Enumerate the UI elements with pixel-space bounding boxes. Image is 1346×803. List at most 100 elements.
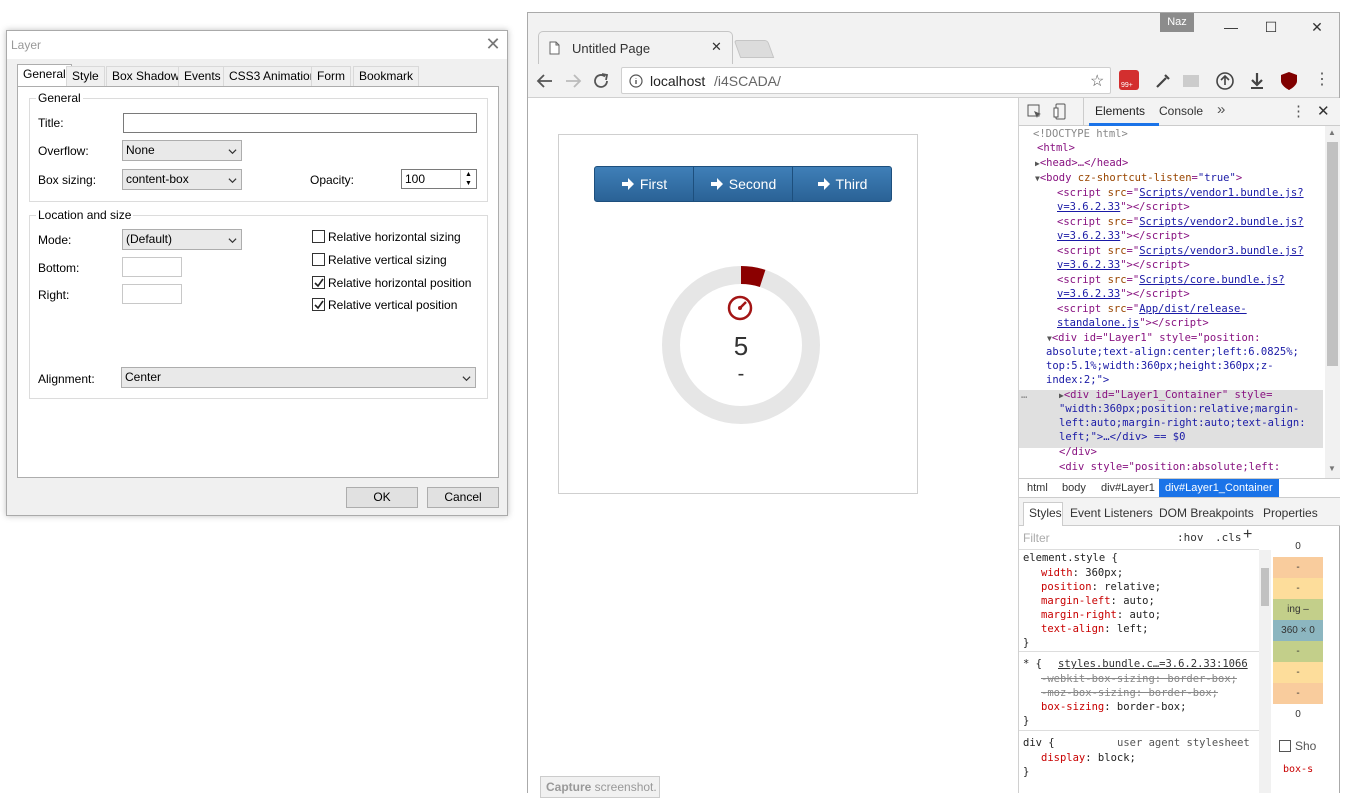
dom-head-row[interactable]: ▶<head>…</head> bbox=[1035, 156, 1128, 172]
tab-event-listeners[interactable]: Event Listeners bbox=[1070, 506, 1153, 520]
dialog-titlebar[interactable]: Layer ✕ bbox=[7, 31, 507, 59]
script-src-ver[interactable]: v=3.6.2.33 bbox=[1057, 288, 1120, 300]
script-src-ver[interactable]: v=3.6.2.33 bbox=[1057, 230, 1120, 242]
breadcrumb-layer1-container[interactable]: div#Layer1_Container bbox=[1159, 479, 1279, 497]
checkbox-box[interactable] bbox=[312, 230, 325, 243]
menu-icon[interactable]: ⋮ bbox=[1314, 69, 1330, 89]
style-prop[interactable]: margin-right: auto; bbox=[1041, 608, 1161, 622]
show-all-checkbox[interactable] bbox=[1279, 740, 1291, 752]
struck-prop[interactable]: -webkit-box-sizing: border-box; bbox=[1041, 672, 1237, 686]
tab-form[interactable]: Form bbox=[311, 66, 351, 86]
styles-scroll-thumb[interactable] bbox=[1261, 568, 1269, 606]
ublock-icon[interactable] bbox=[1278, 70, 1300, 92]
tab-style[interactable]: Style bbox=[66, 66, 105, 86]
script-src[interactable]: Scripts/core.bundle.js? bbox=[1139, 274, 1284, 286]
script-src[interactable]: Scripts/vendor3.bundle.js? bbox=[1139, 245, 1303, 257]
forward-icon[interactable] bbox=[562, 70, 584, 92]
extension-icon[interactable]: 99+ bbox=[1119, 70, 1139, 90]
dom-body-row[interactable]: ▼<body cz-shortcut-listen="true"> bbox=[1035, 171, 1242, 187]
mode-select[interactable]: (Default) bbox=[122, 229, 242, 250]
script-src-ver[interactable]: v=3.6.2.33 bbox=[1057, 259, 1120, 271]
breadcrumb-layer1[interactable]: div#Layer1 bbox=[1101, 482, 1155, 494]
script-src-ver[interactable]: standalone.js bbox=[1057, 317, 1139, 329]
dom-scrollbar[interactable]: ▲ ▼ bbox=[1325, 126, 1340, 478]
add-rule-icon[interactable]: + bbox=[1243, 526, 1252, 544]
breadcrumb-body[interactable]: body bbox=[1062, 482, 1086, 494]
checkbox-box[interactable] bbox=[312, 253, 325, 266]
style-prop[interactable]: box-sizing: border-box; bbox=[1041, 700, 1186, 714]
title-input[interactable] bbox=[123, 113, 477, 133]
dom-script-row[interactable]: <script src="Scripts/core.bundle.js? bbox=[1057, 273, 1285, 288]
tab-properties[interactable]: Properties bbox=[1263, 506, 1318, 520]
style-prop[interactable]: width: 360px; bbox=[1041, 566, 1123, 580]
close-devtools-icon[interactable]: ✕ bbox=[1317, 102, 1330, 120]
dom-script-row[interactable]: <script src="Scripts/vendor3.bundle.js? bbox=[1057, 244, 1304, 259]
extension-gray-icon[interactable] bbox=[1180, 70, 1202, 92]
upload-icon[interactable] bbox=[1214, 70, 1236, 92]
ok-button[interactable]: OK bbox=[346, 487, 418, 508]
tab-css3-animation[interactable]: CSS3 Animation bbox=[223, 66, 323, 86]
eyedropper-icon[interactable] bbox=[1152, 70, 1174, 92]
maximize-icon[interactable]: ☐ bbox=[1251, 15, 1291, 39]
spin-down-icon[interactable]: ▼ bbox=[460, 179, 476, 188]
third-button[interactable]: Third bbox=[793, 167, 891, 201]
spin-up-icon[interactable]: ▲ bbox=[460, 170, 476, 179]
tab-elements[interactable]: Elements bbox=[1095, 104, 1145, 118]
new-tab-button[interactable] bbox=[733, 40, 775, 58]
minimize-icon[interactable]: — bbox=[1211, 15, 1251, 39]
devtools-menu-icon[interactable]: ⋮ bbox=[1291, 102, 1306, 120]
style-prop[interactable]: position: relative; bbox=[1041, 580, 1161, 594]
first-button[interactable]: First bbox=[595, 167, 694, 201]
script-src[interactable]: Scripts/vendor1.bundle.js? bbox=[1139, 187, 1303, 199]
cls-toggle[interactable]: .cls bbox=[1215, 531, 1242, 544]
struck-prop[interactable]: -moz-box-sizing: border-box; bbox=[1041, 686, 1218, 700]
bottom-input[interactable] bbox=[122, 257, 182, 277]
address-bar[interactable]: localhost /i4SCADA/ ☆ bbox=[621, 67, 1111, 94]
script-src[interactable]: Scripts/vendor2.bundle.js? bbox=[1139, 216, 1303, 228]
alignment-select[interactable]: Center bbox=[121, 367, 476, 388]
overflow-select[interactable]: None bbox=[122, 140, 242, 161]
tab-general[interactable]: General bbox=[17, 64, 72, 87]
right-input[interactable] bbox=[122, 284, 182, 304]
browser-tab[interactable]: Untitled Page ✕ bbox=[538, 31, 733, 64]
download-icon[interactable] bbox=[1246, 70, 1268, 92]
close-icon[interactable]: ✕ bbox=[483, 34, 503, 54]
breadcrumb-html[interactable]: html bbox=[1027, 482, 1048, 494]
style-prop[interactable]: text-align: left; bbox=[1041, 622, 1148, 636]
scroll-down-icon[interactable]: ▼ bbox=[1328, 464, 1336, 473]
scroll-up-icon[interactable]: ▲ bbox=[1328, 128, 1336, 137]
tab-console[interactable]: Console bbox=[1159, 104, 1203, 118]
inspect-icon[interactable] bbox=[1027, 104, 1043, 120]
checkbox-box[interactable] bbox=[312, 298, 325, 311]
dom-script-row[interactable]: <script src="Scripts/vendor1.bundle.js? bbox=[1057, 186, 1304, 201]
cancel-button[interactable]: Cancel bbox=[427, 487, 499, 508]
close-window-icon[interactable]: ✕ bbox=[1297, 15, 1337, 39]
opacity-stepper[interactable]: 100 ▲ ▼ bbox=[401, 169, 477, 189]
tab-events[interactable]: Events bbox=[178, 66, 227, 86]
bookmark-star-icon[interactable]: ☆ bbox=[1090, 71, 1104, 91]
tab-bookmark[interactable]: Bookmark bbox=[353, 66, 420, 86]
ellipsis-icon[interactable]: … bbox=[1021, 388, 1027, 403]
rule-source-link[interactable]: styles.bundle.c…=3.6.2.33:1066 bbox=[1058, 657, 1248, 671]
back-icon[interactable] bbox=[534, 70, 556, 92]
tab-box-shadow[interactable]: Box Shadow bbox=[106, 66, 186, 86]
reload-icon[interactable] bbox=[590, 70, 612, 92]
script-src[interactable]: App/dist/release- bbox=[1139, 303, 1246, 315]
device-toolbar-icon[interactable] bbox=[1053, 103, 1067, 120]
styles-scrollbar[interactable] bbox=[1259, 550, 1271, 793]
hov-toggle[interactable]: :hov bbox=[1177, 531, 1204, 544]
profile-badge[interactable]: Naz bbox=[1160, 13, 1194, 32]
style-prop[interactable]: margin-left: auto; bbox=[1041, 594, 1155, 608]
style-prop[interactable]: display: block; bbox=[1041, 751, 1136, 765]
dom-last-div[interactable]: <div style="position:absolute;left: bbox=[1059, 460, 1280, 475]
dom-script-row[interactable]: <script src="App/dist/release- bbox=[1057, 302, 1247, 317]
tab-styles[interactable]: Styles bbox=[1029, 506, 1062, 520]
info-icon[interactable] bbox=[629, 74, 643, 88]
second-button[interactable]: Second bbox=[694, 167, 793, 201]
more-tabs-icon[interactable]: » bbox=[1217, 101, 1225, 118]
close-tab-icon[interactable]: ✕ bbox=[711, 39, 722, 55]
checkbox-box[interactable] bbox=[312, 276, 325, 289]
dom-script-row[interactable]: <script src="Scripts/vendor2.bundle.js? bbox=[1057, 215, 1304, 230]
box-sizing-select[interactable]: content-box bbox=[122, 169, 242, 190]
filter-input[interactable]: Filter bbox=[1023, 531, 1050, 545]
